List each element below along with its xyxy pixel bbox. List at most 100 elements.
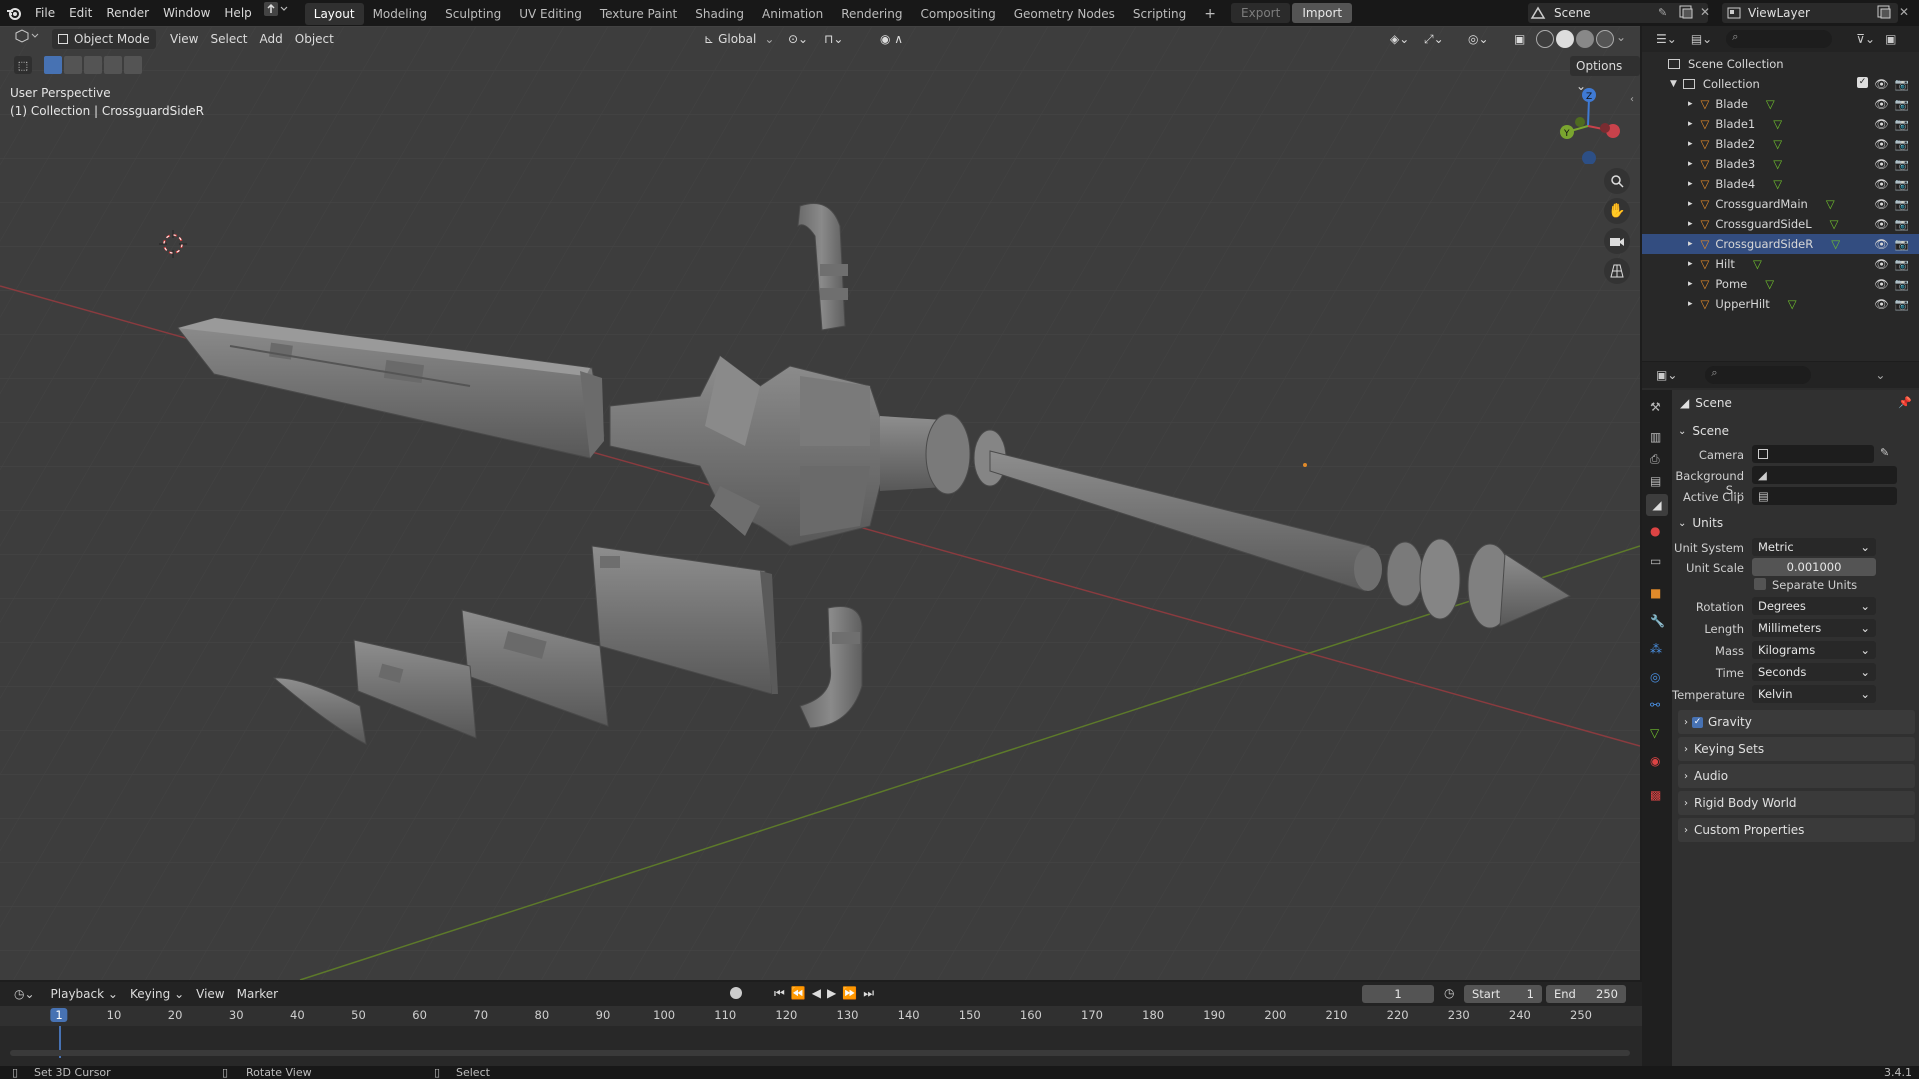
camera-icon[interactable]: 📷 — [1895, 257, 1909, 271]
eye-icon[interactable]: 👁 — [1874, 257, 1889, 271]
menu-render[interactable]: Render — [99, 0, 156, 26]
outliner-search-input[interactable]: ⌕ — [1726, 30, 1833, 48]
mass-dropdown[interactable]: Kilograms ⌄ — [1752, 641, 1876, 659]
mesh-data-icon[interactable]: ▽ — [1826, 197, 1835, 211]
outliner-collection[interactable]: ▼ Collection ✓ 👁 📷 — [1642, 74, 1919, 94]
menu-edit[interactable]: Edit — [62, 0, 99, 26]
eye-icon[interactable]: 👁 — [1874, 77, 1889, 91]
expand-arrow-icon[interactable]: ▸ — [1688, 159, 1693, 169]
data-tab-icon[interactable]: ▽ — [1650, 726, 1659, 740]
eye-icon[interactable]: 👁 — [1874, 97, 1889, 111]
select-new-icon[interactable] — [44, 56, 62, 74]
custom-properties-panel[interactable]: › Custom Properties — [1678, 818, 1915, 842]
gravity-panel[interactable]: › ✓ Gravity — [1678, 710, 1915, 734]
export-button[interactable]: Export — [1231, 3, 1291, 23]
tab-uv-editing[interactable]: UV Editing — [510, 3, 591, 25]
eye-icon[interactable]: 👁 — [1874, 237, 1889, 251]
tab-shading[interactable]: Shading — [686, 3, 753, 25]
collection-tab-icon[interactable]: ▭ — [1650, 554, 1661, 568]
menu-select[interactable]: Select — [204, 29, 253, 49]
transform-orientation-dropdown[interactable]: ⊾ Global ⌄ — [698, 29, 780, 49]
outliner-object-crossguardmain[interactable]: ▸ ▽ CrossguardMain ▽ 👁 📷 — [1642, 194, 1919, 214]
camera-icon[interactable]: 📷 — [1895, 217, 1909, 231]
expand-arrow-icon[interactable]: ▸ — [1688, 119, 1693, 129]
eye-icon[interactable]: 👁 — [1874, 157, 1889, 171]
tab-compositing[interactable]: Compositing — [911, 3, 1004, 25]
view-layer-tab-icon[interactable]: ▤ — [1650, 474, 1661, 488]
rigid-body-world-panel[interactable]: › Rigid Body World — [1678, 791, 1915, 815]
mesh-data-icon[interactable]: ▽ — [1753, 257, 1762, 271]
object-tab-icon[interactable]: ■ — [1650, 586, 1661, 600]
3d-viewport[interactable]: Object Mode View Select Add Object ⊾ Glob… — [0, 26, 1640, 980]
camera-icon[interactable]: 📷 — [1895, 97, 1909, 111]
camera-icon[interactable]: 📷 — [1895, 277, 1909, 291]
expand-arrow-icon[interactable]: ▸ — [1688, 239, 1693, 249]
eye-icon[interactable]: 👁 — [1874, 277, 1889, 291]
menu-keying[interactable]: Keying ⌄ — [124, 984, 190, 1004]
solid-shading-icon[interactable] — [1556, 30, 1574, 48]
tab-scripting[interactable]: Scripting — [1124, 3, 1195, 25]
background-scene-field[interactable]: ◢ — [1752, 466, 1897, 484]
outliner-object-blade1[interactable]: ▸ ▽ Blade1 ▽ 👁 📷 — [1642, 114, 1919, 134]
outliner-object-blade3[interactable]: ▸ ▽ Blade3 ▽ 👁 📷 — [1642, 154, 1919, 174]
output-tab-icon[interactable]: ⎙ — [1650, 452, 1660, 467]
material-shading-icon[interactable] — [1576, 30, 1594, 48]
temperature-dropdown[interactable]: Kelvin ⌄ — [1752, 685, 1876, 703]
proportional-edit-icon[interactable]: ◉ ∧ — [874, 29, 909, 49]
menu-timeline-view[interactable]: View — [190, 984, 230, 1004]
tab-layout[interactable]: Layout — [304, 3, 364, 25]
outliner-object-blade[interactable]: ▸ ▽ Blade ▽ 👁 📷 — [1642, 94, 1919, 114]
start-frame-field[interactable]: Start 1 — [1464, 985, 1542, 1003]
timeline-editor-icon[interactable]: ◷⌄ — [14, 987, 35, 1001]
new-collection-icon[interactable]: ▣ — [1885, 32, 1896, 46]
world-tab-icon[interactable]: ● — [1650, 524, 1660, 538]
add-workspace-icon[interactable]: + — [1195, 3, 1225, 25]
camera-icon[interactable]: 📷 — [1895, 137, 1909, 151]
keying-sets-panel[interactable]: › Keying Sets — [1678, 737, 1915, 761]
unit-scale-field[interactable]: 0.001000 — [1752, 558, 1876, 576]
expand-arrow-icon[interactable]: ▸ — [1688, 279, 1693, 289]
eye-icon[interactable]: 👁 — [1874, 197, 1889, 211]
mesh-data-icon[interactable]: ▽ — [1766, 97, 1775, 111]
new-scene-icon[interactable] — [1678, 5, 1694, 22]
tab-texture-paint[interactable]: Texture Paint — [591, 3, 686, 25]
outliner-scene-collection[interactable]: Scene Collection — [1642, 54, 1919, 74]
separate-units-checkbox[interactable] — [1754, 578, 1766, 590]
overlay-toggle-icon[interactable]: ◎⌄ — [1462, 29, 1495, 49]
render-tab-icon[interactable]: ▥ — [1650, 430, 1661, 444]
camera-icon[interactable]: 📷 — [1895, 197, 1909, 211]
unit-system-dropdown[interactable]: Metric ⌄ — [1752, 538, 1876, 556]
tab-rendering[interactable]: Rendering — [832, 3, 911, 25]
time-dropdown[interactable]: Seconds ⌄ — [1752, 663, 1876, 681]
select-extend-icon[interactable] — [64, 56, 82, 74]
texture-tab-icon[interactable]: ▩ — [1650, 788, 1661, 802]
sidebar-toggle-icon[interactable]: ‹ — [1630, 94, 1634, 105]
tab-modeling[interactable]: Modeling — [364, 3, 437, 25]
options-dropdown[interactable]: Options ⌄ — [1570, 56, 1640, 93]
expand-arrow-icon[interactable]: ▸ — [1688, 179, 1693, 189]
physics-tab-icon[interactable]: ◎ — [1650, 670, 1660, 684]
object-mode-dropdown[interactable]: Object Mode — [52, 29, 156, 49]
zoom-icon[interactable] — [1604, 168, 1630, 194]
navigation-gizmo[interactable]: Z Y — [1555, 84, 1625, 164]
active-clip-field[interactable]: ▤ — [1752, 487, 1897, 505]
tab-geometry-nodes[interactable]: Geometry Nodes — [1005, 3, 1124, 25]
camera-view-icon[interactable] — [1604, 228, 1630, 254]
expand-arrow-icon[interactable]: ▸ — [1688, 139, 1693, 149]
delete-scene-icon[interactable]: ✕ — [1700, 5, 1710, 19]
perspective-toggle-icon[interactable] — [1604, 258, 1630, 284]
expand-arrow-icon[interactable]: ▸ — [1688, 299, 1693, 309]
blender-logo-icon[interactable] — [0, 0, 28, 26]
select-invert-icon[interactable] — [104, 56, 122, 74]
record-keyframe-icon[interactable] — [730, 987, 742, 999]
rendered-shading-icon[interactable] — [1596, 30, 1614, 48]
play-reverse-icon[interactable]: ◀ — [812, 986, 827, 1000]
expand-arrow-icon[interactable]: ▸ — [1688, 219, 1693, 229]
gizmo-toggle-icon[interactable]: ⤢⌄ — [1418, 29, 1450, 49]
particles-tab-icon[interactable]: ⁂ — [1650, 642, 1662, 656]
timeline-scrollbar[interactable] — [10, 1050, 1630, 1056]
outliner-object-blade4[interactable]: ▸ ▽ Blade4 ▽ 👁 📷 — [1642, 174, 1919, 194]
eye-icon[interactable]: 👁 — [1874, 217, 1889, 231]
delete-view-layer-icon[interactable]: ✕ — [1899, 5, 1909, 19]
pin-scene-icon[interactable]: ✎ — [1658, 6, 1667, 19]
